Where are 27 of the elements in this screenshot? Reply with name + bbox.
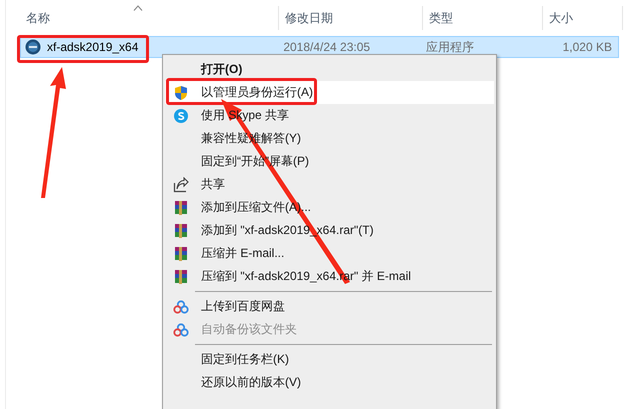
archive-books-icon — [173, 246, 189, 262]
archive-books-icon — [173, 200, 189, 216]
menu-item[interactable]: 以管理员身份运行(A) — [165, 81, 494, 104]
app-icon — [25, 39, 41, 55]
archive-books-icon — [173, 268, 189, 284]
column-header[interactable]: 修改日期 — [285, 10, 333, 26]
column-header[interactable]: 名称 — [26, 10, 50, 26]
skype-icon — [173, 108, 189, 124]
menu-item[interactable]: 还原以前的版本(V) — [165, 371, 494, 394]
cloud-icon — [173, 322, 189, 338]
share-icon — [173, 176, 189, 192]
cloud-icon — [173, 298, 189, 314]
file-type: 应用程序 — [426, 38, 474, 56]
shield-icon — [173, 84, 189, 100]
menu-item[interactable]: 打开(O) — [165, 58, 494, 81]
modified-date: 2018/4/24 23:05 — [283, 40, 370, 54]
menu-item[interactable]: 固定到任务栏(K) — [165, 348, 494, 371]
file-size: 1,020 KB — [562, 40, 612, 54]
column-header[interactable]: 大小 — [549, 10, 573, 26]
menu-item[interactable]: 固定到“开始”屏幕(P) — [165, 150, 494, 173]
sort-caret-icon — [133, 5, 143, 11]
menu-item[interactable]: 上传到百度网盘 — [165, 295, 494, 318]
menu-item[interactable]: 压缩并 E-mail... — [165, 242, 494, 265]
menu-item[interactable]: 共享 — [165, 173, 494, 196]
column-header[interactable]: 类型 — [429, 10, 453, 26]
archive-books-icon — [173, 222, 189, 238]
file-name: xf-adsk2019_x64 — [47, 40, 138, 54]
